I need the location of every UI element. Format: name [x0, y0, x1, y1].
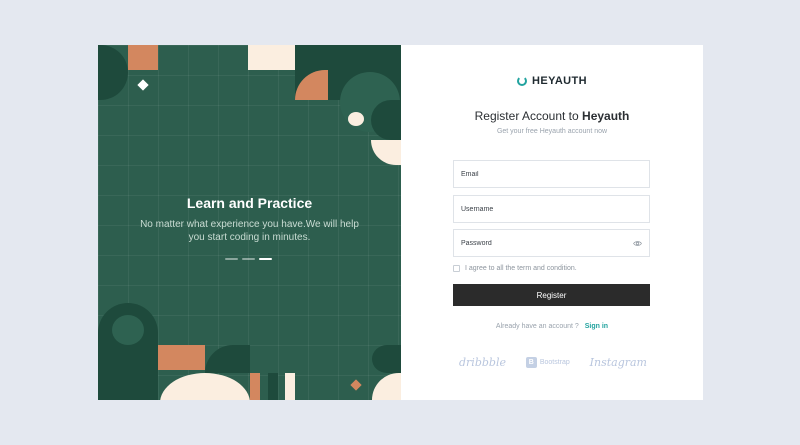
- deco-dark-stripe: [268, 373, 278, 400]
- deco-cream-square: [248, 45, 295, 70]
- terms-row: I agree to all the term and condition.: [453, 265, 577, 272]
- email-field[interactable]: [453, 160, 650, 188]
- register-panel: HEYAUTH Register Account to Heyauth Get …: [401, 45, 703, 400]
- eye-icon[interactable]: [633, 239, 642, 248]
- logo-icon: [517, 76, 528, 86]
- partner-logos: dribbble B Bootstrap Instagram: [459, 356, 647, 369]
- deco-salmon-rect: [158, 345, 205, 370]
- deco-dark-circle-bottom: [372, 345, 401, 373]
- dribbble-logo: dribbble: [459, 356, 506, 369]
- page-subtitle: Get your free Heyauth account now: [496, 128, 608, 135]
- logo-text: HEYAUTH: [532, 75, 587, 87]
- email-input[interactable]: [461, 161, 649, 187]
- signin-link[interactable]: Sign in: [585, 323, 608, 330]
- bootstrap-logo: B Bootstrap: [525, 357, 570, 368]
- deco-cream-stripe: [285, 373, 295, 400]
- hero-subtitle: No matter what experience you have.We wi…: [140, 219, 359, 243]
- brand-logo[interactable]: HEYAUTH: [401, 75, 703, 87]
- carousel-dot-1[interactable]: [225, 258, 238, 260]
- password-input[interactable]: [461, 230, 649, 256]
- signin-row: Already have an account ? Sign in: [401, 323, 703, 330]
- page-title: Register Account to Heyauth: [401, 109, 703, 123]
- terms-label[interactable]: I agree to all the term and condition.: [465, 265, 577, 272]
- terms-checkbox[interactable]: [453, 265, 460, 272]
- username-input[interactable]: [461, 196, 649, 222]
- bootstrap-label: Bootstrap: [539, 359, 570, 366]
- instagram-logo: Instagram: [589, 356, 647, 369]
- hero-panel: Learn and Practice No matter what experi…: [98, 45, 401, 400]
- deco-salmon-stripe: [250, 373, 260, 400]
- carousel-dot-3[interactable]: [259, 258, 272, 260]
- password-field[interactable]: [453, 229, 650, 257]
- deco-cream-dot: [348, 112, 364, 126]
- bootstrap-icon: B: [525, 357, 537, 368]
- signin-prompt: Already have an account ?: [495, 323, 579, 330]
- page-title-brand: Heyauth: [582, 109, 630, 123]
- auth-card: Learn and Practice No matter what experi…: [98, 45, 703, 400]
- register-button[interactable]: Register: [453, 284, 650, 306]
- username-field[interactable]: [453, 195, 650, 223]
- carousel-dot-2[interactable]: [242, 258, 255, 260]
- carousel-indicators: [225, 258, 272, 260]
- page-title-prefix: Register Account to: [474, 109, 579, 123]
- deco-green-ring: [112, 315, 144, 345]
- hero-title: Learn and Practice: [186, 195, 313, 211]
